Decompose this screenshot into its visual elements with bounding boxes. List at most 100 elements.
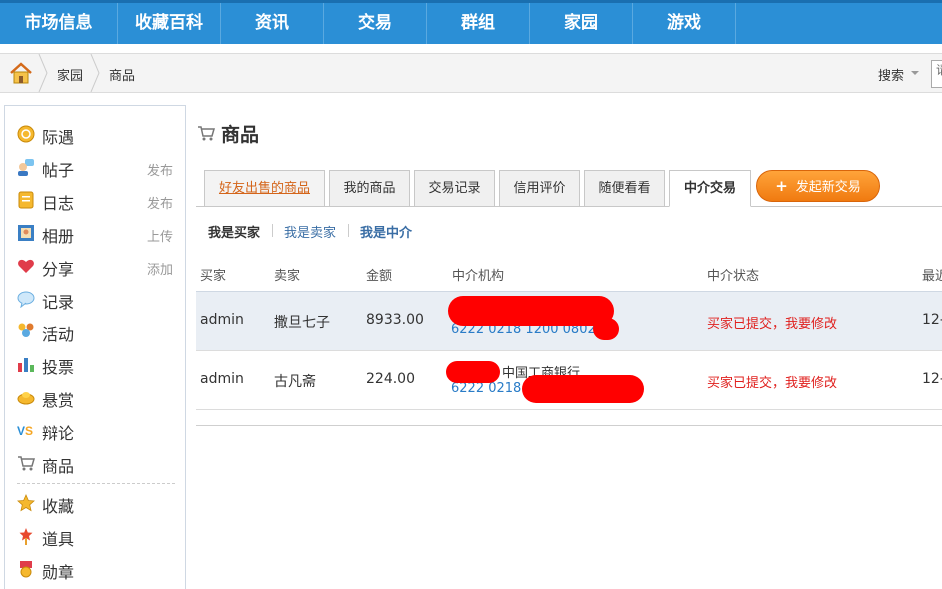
heart-icon (18, 259, 34, 273)
subtab-separator (272, 224, 273, 237)
subtab-agent[interactable]: 我是中介 (360, 222, 412, 241)
nav-games[interactable]: 游戏 (633, 3, 736, 44)
column-header-recent: 最近 (922, 269, 942, 284)
sidebar-item-reward[interactable]: 悬赏 (5, 382, 185, 412)
sidebar-item-label: 悬赏 (42, 391, 75, 410)
sidebar-item-label: 辩论 (42, 424, 75, 443)
sidebar-item-medals[interactable]: 勋章 (5, 554, 185, 584)
breadcrumb-separator-icon (38, 54, 48, 92)
tab-escrow-trade[interactable]: 中介交易 (669, 170, 751, 207)
medal-icon (20, 561, 32, 578)
cell-status-link[interactable]: 买家已提交，我要修改 (707, 313, 837, 332)
new-trade-button[interactable]: + 发起新交易 (756, 170, 880, 202)
redaction-mark (522, 375, 644, 403)
nav-home[interactable]: 家园 (530, 3, 633, 44)
subtab-buyer[interactable]: 我是买家 (208, 222, 260, 241)
sidebar-item-props[interactable]: 道具 (5, 521, 185, 551)
search-input[interactable]: 请 (931, 60, 942, 88)
sidebar-item-label: 日志 (42, 194, 75, 213)
redaction-mark (446, 361, 500, 383)
speech-bubble-icon (17, 291, 35, 308)
cell-seller[interactable]: 古凡斋 (274, 371, 316, 391)
notepad-icon (18, 191, 34, 209)
sidebar-action-publish[interactable]: 发布 (147, 160, 173, 179)
sidebar-item-encounter[interactable]: 际遇 (5, 119, 185, 149)
sidebar-action-publish[interactable]: 发布 (147, 193, 173, 212)
sidebar-item-vote[interactable]: 投票 (5, 349, 185, 379)
cell-recent: 12- (922, 371, 942, 387)
table-row: admin 撒旦七子 8933.00 6222 0218 1200 0802 0… (196, 292, 942, 351)
cell-buyer[interactable]: admin (200, 312, 244, 328)
people-icon (18, 323, 34, 337)
home-icon[interactable] (6, 60, 36, 86)
chat-user-icon (18, 159, 34, 176)
coin-icon (17, 125, 35, 143)
sidebar-item-label: 收藏 (42, 497, 75, 516)
plus-icon: + (775, 177, 788, 195)
sidebar-item-label: 勋章 (42, 563, 75, 582)
sidebar-item-label: 活动 (42, 325, 75, 344)
cell-status-link[interactable]: 买家已提交，我要修改 (707, 372, 837, 391)
tab-friends-goods[interactable]: 好友出售的商品 (204, 170, 325, 207)
gold-ingot-icon (17, 392, 35, 405)
nav-market-info[interactable]: 市场信息 (0, 3, 118, 44)
sidebar-item-label: 道具 (42, 530, 75, 549)
breadcrumb-home[interactable]: 家园 (57, 65, 83, 84)
column-header-buyer: 买家 (200, 269, 227, 284)
search-type-select[interactable]: 搜索 (878, 65, 904, 84)
breadcrumb-goods[interactable]: 商品 (109, 65, 135, 84)
tab-browse[interactable]: 随便看看 (584, 170, 665, 207)
nav-news[interactable]: 资讯 (221, 3, 324, 44)
nav-groups[interactable]: 群组 (427, 3, 530, 44)
tab-credit-rating[interactable]: 信用评价 (499, 170, 580, 207)
tab-trade-records[interactable]: 交易记录 (414, 170, 495, 207)
sidebar-item-label: 帖子 (42, 161, 75, 180)
column-header-agency: 中介机构 (452, 269, 505, 284)
sidebar-item-label: 际遇 (42, 128, 75, 147)
sidebar-action-add[interactable]: 添加 (147, 259, 173, 278)
sidebar-divider (17, 483, 175, 484)
bar-chart-icon (18, 358, 34, 372)
sidebar-item-records[interactable]: 记录 (5, 284, 185, 314)
redaction-mark (448, 296, 614, 326)
sidebar-item-favorites[interactable]: 收藏 (5, 488, 185, 518)
sidebar-item-events[interactable]: 活动 (5, 316, 185, 346)
table-header: 买家 卖家 金额 中介机构 中介状态 最近 (196, 254, 942, 292)
nav-collection-wiki[interactable]: 收藏百科 (118, 3, 221, 44)
sidebar-item-blog[interactable]: 日志 发布 (5, 185, 185, 215)
sidebar: 际遇 帖子 发布 日志 发布 相册 上传 分享 添加 记录 活动 投票 悬赏 V… (4, 105, 186, 589)
sidebar-item-album[interactable]: 相册 上传 (5, 218, 185, 248)
cell-amount: 224.00 (366, 371, 415, 387)
breadcrumb-separator-icon (90, 54, 100, 92)
sidebar-item-posts[interactable]: 帖子 发布 (5, 152, 185, 182)
page-title: 商品 (221, 124, 260, 146)
redaction-mark (593, 318, 619, 340)
sidebar-item-debate[interactable]: VS 辩论 (5, 415, 185, 445)
photo-frame-icon (18, 225, 34, 241)
subtab-separator (348, 224, 349, 237)
star-icon (17, 494, 35, 512)
new-trade-label: 发起新交易 (795, 180, 861, 195)
sidebar-item-label: 商品 (42, 457, 75, 476)
subtab-seller[interactable]: 我是卖家 (284, 222, 336, 241)
chevron-down-icon[interactable] (911, 71, 919, 75)
cell-seller[interactable]: 撒旦七子 (274, 312, 330, 332)
magic-wand-icon (19, 528, 33, 545)
cell-agency-account: 6222 0218 (451, 381, 522, 396)
search-placeholder: 请 (936, 63, 942, 77)
sidebar-item-goods[interactable]: 商品 (5, 448, 185, 478)
cell-buyer[interactable]: admin (200, 371, 244, 387)
column-header-status: 中介状态 (707, 269, 760, 284)
shopping-cart-icon (198, 126, 215, 141)
sidebar-action-upload[interactable]: 上传 (147, 226, 173, 245)
tab-my-goods[interactable]: 我的商品 (329, 170, 410, 207)
cell-recent: 12- (922, 312, 942, 328)
svg-text:S: S (25, 424, 33, 438)
sidebar-item-share[interactable]: 分享 添加 (5, 251, 185, 281)
vs-icon: VS (17, 424, 33, 438)
table-bottom-divider (196, 425, 942, 426)
nav-trade[interactable]: 交易 (324, 3, 427, 44)
shopping-cart-icon (18, 456, 35, 471)
top-nav: 市场信息 收藏百科 资讯 交易 群组 家园 游戏 (0, 0, 942, 44)
breadcrumb: 家园 商品 搜索 请 (0, 53, 942, 93)
